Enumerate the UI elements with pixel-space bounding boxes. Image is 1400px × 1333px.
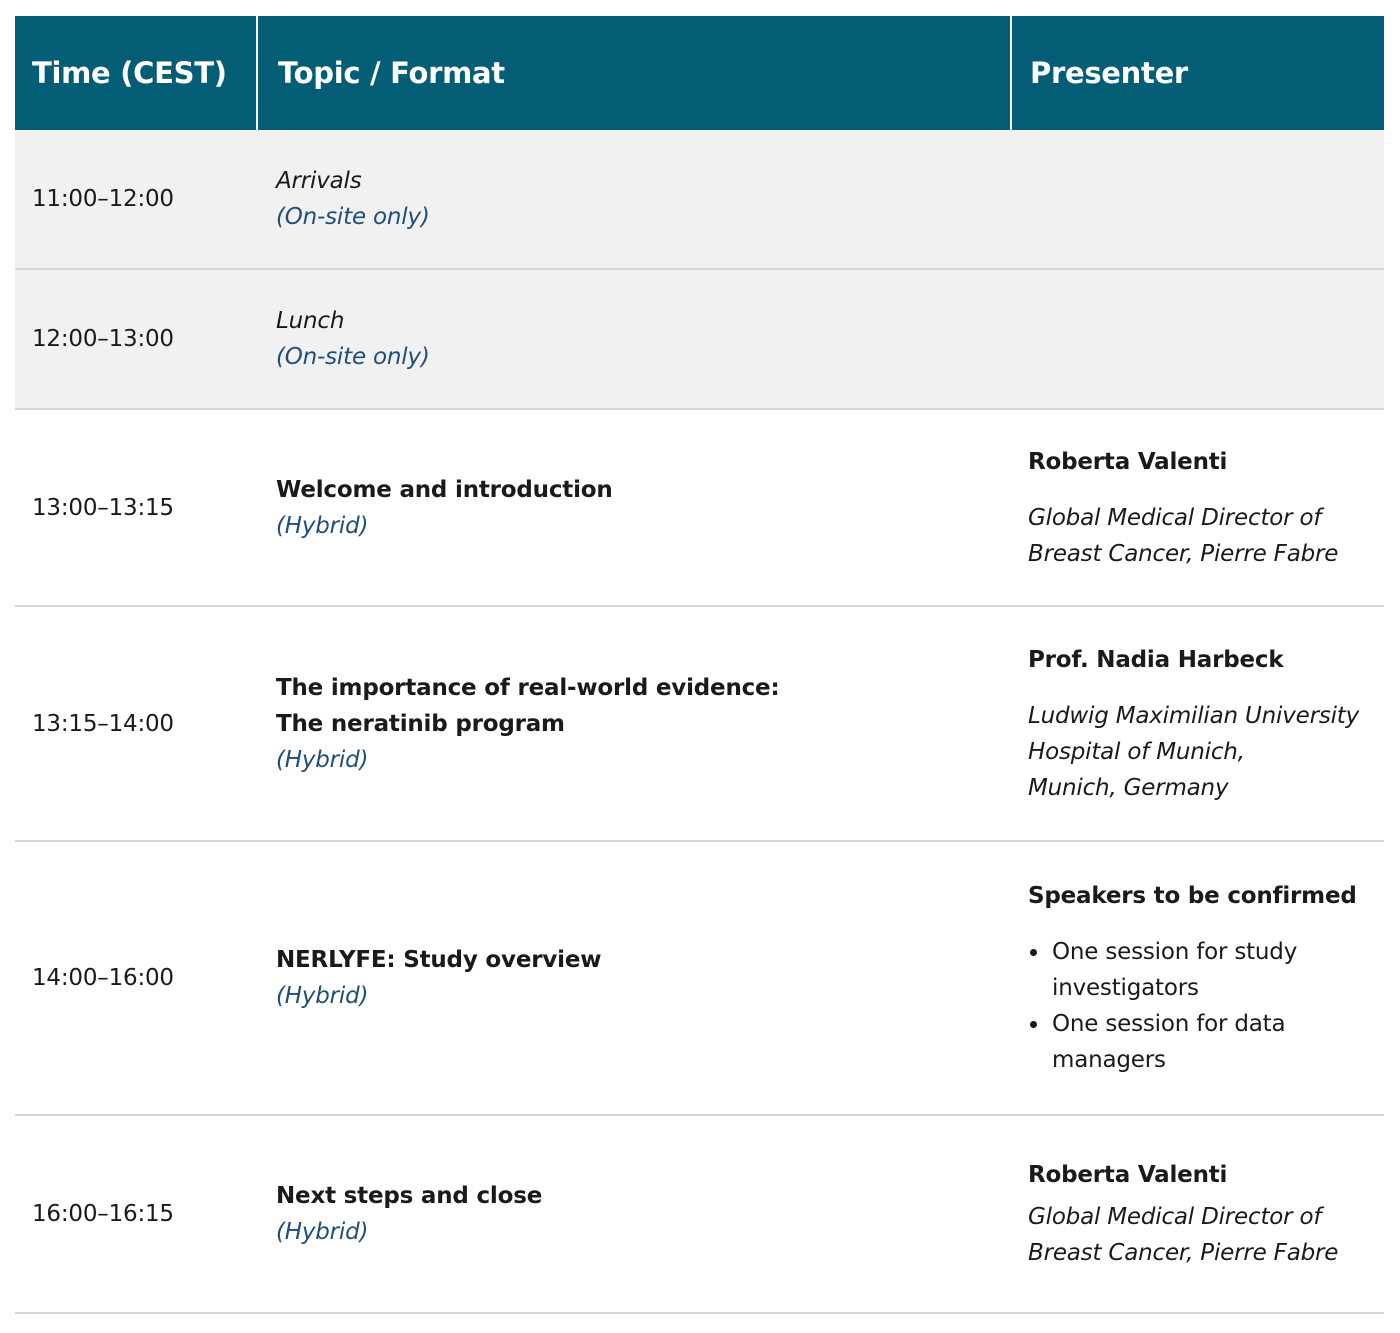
list-item: One session for study investigators — [1028, 934, 1357, 1006]
header-topic: Topic / Format — [256, 16, 1010, 130]
row-presenter — [1010, 270, 1384, 408]
affiliation-line: Breast Cancer, Pierre Fabre — [1028, 540, 1339, 567]
row-topic: Welcome and introduction (Hybrid) — [256, 410, 1010, 605]
presenter-name: Roberta Valenti — [1028, 448, 1228, 475]
topic-title-line: The neratinib program — [276, 710, 565, 737]
topic-title: Lunch — [276, 308, 345, 334]
presenter-name: Prof. Nadia Harbeck — [1028, 646, 1284, 673]
table-row: 14:00–16:00 NERLYFE: Study overview (Hyb… — [15, 842, 1384, 1116]
affiliation-line: Global Medical Director of — [1028, 1204, 1322, 1230]
row-presenter: Prof. Nadia Harbeck Ludwig Maximilian Un… — [1010, 607, 1384, 840]
bullet-line: investigators — [1052, 975, 1199, 1001]
topic-title: Welcome and introduction — [276, 476, 613, 503]
row-topic: NERLYFE: Study overview (Hybrid) — [256, 842, 1010, 1114]
row-time: 13:15–14:00 — [32, 710, 174, 737]
bullet-line: One session for data — [1052, 1011, 1286, 1037]
row-presenter — [1010, 130, 1384, 268]
table-row: 11:00–12:00 Arrivals (On-site only) — [15, 130, 1384, 270]
affiliation-line: Ludwig Maximilian University — [1028, 702, 1360, 729]
table-row: 12:00–13:00 Lunch (On-site only) — [15, 270, 1384, 410]
format-label: (Hybrid) — [276, 1219, 369, 1245]
table-row: 13:15–14:00 The importance of real-world… — [15, 607, 1384, 842]
topic-title: NERLYFE: Study overview — [276, 947, 602, 973]
presenter-affiliation: Global Medical Director of Breast Cancer… — [1028, 1199, 1338, 1271]
row-presenter: Roberta Valenti Global Medical Director … — [1010, 1116, 1384, 1312]
table-header: Time (CEST) Topic / Format Presenter — [15, 16, 1384, 130]
row-time: 13:00–13:15 — [32, 494, 174, 521]
presenter-bullet-list: One session for study investigators One … — [1028, 934, 1357, 1078]
topic-title: Next steps and close — [276, 1183, 543, 1209]
row-topic: The importance of real-world evidence: T… — [256, 607, 1010, 840]
row-presenter: Roberta Valenti Global Medical Director … — [1010, 410, 1384, 605]
presenter-affiliation: Ludwig Maximilian University Hospital of… — [1028, 698, 1359, 806]
format-label: (Hybrid) — [276, 983, 369, 1009]
agenda-table: Time (CEST) Topic / Format Presenter 11:… — [15, 16, 1384, 1314]
table-row: 16:00–16:15 Next steps and close (Hybrid… — [15, 1116, 1384, 1314]
row-time: 14:00–16:00 — [32, 965, 174, 991]
presenter-name: Roberta Valenti — [1028, 1162, 1228, 1188]
affiliation-line: Global Medical Director of — [1028, 504, 1322, 531]
format-label: (Hybrid) — [276, 512, 369, 539]
row-presenter: Speakers to be confirmed One session for… — [1010, 842, 1384, 1114]
table-row: 13:00–13:15 Welcome and introduction (Hy… — [15, 410, 1384, 607]
row-time: 12:00–13:00 — [32, 326, 174, 352]
format-label: (On-site only) — [276, 204, 430, 230]
header-presenter: Presenter — [1010, 16, 1384, 130]
affiliation-line: Breast Cancer, Pierre Fabre — [1028, 1240, 1339, 1266]
affiliation-line: Munich, Germany — [1028, 774, 1229, 801]
topic-title: Arrivals — [276, 168, 362, 194]
presenter-name: Speakers to be confirmed — [1028, 883, 1357, 909]
format-label: (Hybrid) — [276, 746, 369, 773]
affiliation-line: Hospital of Munich, — [1028, 738, 1245, 765]
presenter-affiliation: Global Medical Director of Breast Cancer… — [1028, 500, 1338, 572]
topic-title-line: The importance of real-world evidence: — [276, 674, 780, 701]
format-label: (On-site only) — [276, 344, 430, 370]
row-topic: Arrivals (On-site only) — [256, 130, 1010, 268]
header-time: Time (CEST) — [32, 56, 227, 90]
row-time: 11:00–12:00 — [32, 186, 174, 212]
row-topic: Lunch (On-site only) — [256, 270, 1010, 408]
list-item: One session for data managers — [1028, 1006, 1357, 1078]
bullet-line: One session for study — [1052, 939, 1298, 965]
row-time: 16:00–16:15 — [32, 1201, 174, 1227]
row-topic: Next steps and close (Hybrid) — [256, 1116, 1010, 1312]
bullet-line: managers — [1052, 1047, 1166, 1073]
